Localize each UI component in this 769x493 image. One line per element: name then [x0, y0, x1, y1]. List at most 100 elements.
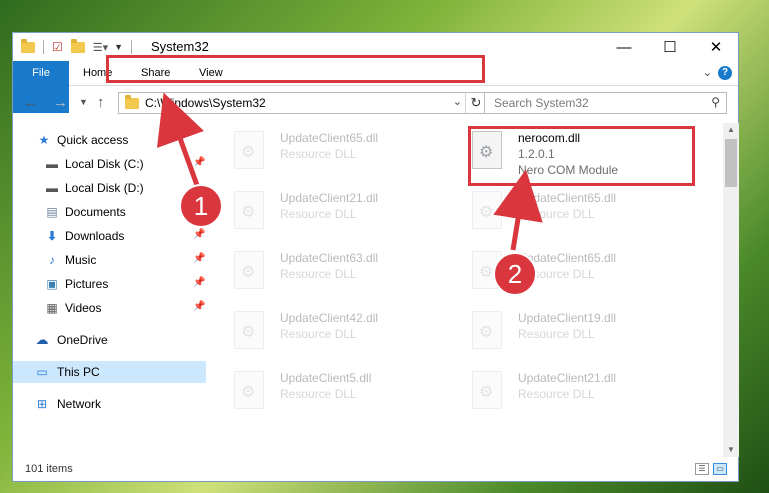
file-type: Resource DLL — [518, 327, 595, 341]
cloud-icon: ☁ — [35, 332, 49, 347]
window-title: System32 — [151, 39, 209, 54]
folder-icon — [125, 95, 139, 109]
file-name: UpdateClient5.dll — [280, 371, 372, 385]
recent-locations-icon[interactable]: ▼ — [79, 97, 88, 107]
minimize-button[interactable]: — — [601, 33, 647, 61]
details-view-icon[interactable]: ☰ — [695, 463, 709, 475]
file-name: UpdateClient42.dll — [280, 311, 379, 325]
file-type: Resource DLL — [280, 267, 357, 281]
dll-file-icon — [234, 371, 264, 409]
file-item[interactable]: UpdateClient21.dll Resource DLL — [461, 363, 681, 415]
address-bar[interactable]: C:\Windows\System32 ⌄ ↻ — [118, 92, 487, 114]
close-button[interactable]: ✕ — [693, 33, 739, 61]
search-box[interactable]: Search System32 ⚲ — [484, 92, 727, 114]
file-item[interactable]: UpdateClient65.dll Resource DLL — [461, 183, 681, 235]
pin-icon[interactable]: 📌 — [193, 157, 205, 168]
file-name: UpdateClient63.dll — [280, 251, 379, 265]
pin-icon[interactable]: 📌 — [193, 253, 205, 264]
back-arrow-icon[interactable]: ← — [23, 94, 38, 111]
file-type: Resource DLL — [518, 387, 595, 401]
file-type: Resource DLL — [280, 207, 357, 221]
help-icon[interactable]: ? — [718, 66, 732, 80]
sidebar-item-label: Music — [65, 253, 97, 267]
sidebar-item-network[interactable]: ⊞ Network — [13, 393, 206, 415]
address-path[interactable]: C:\Windows\System32 — [145, 96, 266, 110]
sidebar-item-music[interactable]: ♪ Music 📌 — [13, 249, 206, 271]
file-item[interactable]: UpdateClient65.dll Resource DLL — [223, 123, 443, 175]
videos-icon: ▦ — [46, 301, 58, 315]
address-dropdown-icon[interactable]: ⌄ — [453, 95, 462, 108]
pin-icon[interactable]: 📌 — [193, 277, 205, 288]
file-type: Resource DLL — [280, 387, 357, 401]
dll-file-icon — [234, 251, 264, 289]
quick-access-dropdown-icon[interactable]: ▼ — [114, 42, 123, 52]
file-item[interactable]: UpdateClient19.dll Resource DLL — [461, 303, 681, 355]
sidebar-item-onedrive[interactable]: ☁ OneDrive — [13, 329, 206, 351]
file-highlight — [468, 126, 695, 186]
navigation-row: ← → ▼ ↑ C:\Windows\System32 ⌄ ↻ Search S… — [13, 86, 738, 120]
sidebar-item-label: OneDrive — [57, 333, 108, 347]
step-1-badge: 1 — [179, 184, 223, 228]
title-divider — [131, 40, 133, 54]
sidebar-item-downloads[interactable]: ⬇ Downloads 📌 — [13, 225, 206, 247]
toolbar-divider — [43, 40, 44, 54]
music-icon: ♪ — [49, 253, 55, 267]
status-bar: 101 items ☰ ▭ — [13, 461, 738, 481]
file-type: Resource DLL — [280, 327, 357, 341]
refresh-icon[interactable]: ↻ — [465, 93, 486, 113]
forward-arrow-icon[interactable]: → — [53, 94, 68, 111]
scroll-down-icon[interactable]: ▼ — [723, 443, 739, 457]
star-icon: ★ — [38, 133, 50, 147]
new-folder-icon[interactable] — [70, 38, 85, 53]
item-count: 101 items — [25, 463, 73, 475]
dll-file-icon — [472, 371, 502, 409]
drive-icon: ▬ — [46, 181, 58, 195]
folder-icon[interactable] — [21, 38, 35, 53]
sidebar-item-pictures[interactable]: ▣ Pictures 📌 — [13, 273, 206, 295]
scroll-thumb[interactable] — [725, 139, 737, 187]
sidebar-item-label: Documents — [65, 205, 126, 219]
vertical-scrollbar[interactable]: ▲ ▼ — [723, 123, 739, 457]
sidebar-item-this-pc[interactable]: ▭ This PC — [13, 361, 206, 383]
step-2-badge: 2 — [493, 252, 537, 296]
sidebar-item-label: Local Disk (C:) — [65, 157, 144, 171]
file-type: Resource DLL — [518, 207, 595, 221]
customize-toolbar-icon[interactable]: ☰▾ — [93, 41, 108, 54]
file-name: UpdateClient65.dll — [280, 131, 379, 145]
computer-icon: ▭ — [36, 365, 48, 379]
address-bar-highlight — [106, 55, 485, 83]
sidebar-item-label: This PC — [57, 365, 100, 379]
pin-icon[interactable]: 📌 — [193, 301, 205, 312]
sidebar-item-documents[interactable]: ▤ Documents 📌 — [13, 201, 206, 223]
sidebar-item-quick-access[interactable]: ★ Quick access — [13, 129, 206, 151]
file-item[interactable]: UpdateClient21.dll Resource DLL — [223, 183, 443, 235]
file-name: UpdateClient19.dll — [518, 311, 617, 325]
search-input[interactable]: Search System32 — [494, 96, 589, 110]
dll-file-icon — [472, 191, 502, 229]
file-name: UpdateClient21.dll — [518, 371, 617, 385]
file-item[interactable]: UpdateClient5.dll Resource DLL — [223, 363, 443, 415]
file-type: Resource DLL — [280, 147, 357, 161]
properties-icon[interactable]: ☑ — [52, 40, 63, 54]
sidebar-item-local-disk-c[interactable]: ▬ Local Disk (C:) 📌 — [13, 153, 206, 175]
large-icons-view-icon[interactable]: ▭ — [713, 463, 727, 475]
pictures-icon: ▣ — [46, 277, 58, 291]
sidebar-item-label: Quick access — [57, 133, 129, 147]
sidebar-item-label: Local Disk (D:) — [65, 181, 144, 195]
expand-ribbon-icon[interactable]: ⌄ — [703, 66, 712, 79]
network-icon: ⊞ — [36, 397, 48, 411]
maximize-button[interactable]: ☐ — [647, 33, 693, 61]
up-arrow-icon[interactable]: ↑ — [97, 94, 105, 111]
scroll-up-icon[interactable]: ▲ — [723, 123, 739, 137]
file-item[interactable]: UpdateClient42.dll Resource DLL — [223, 303, 443, 355]
navigation-pane: ★ Quick access ▬ Local Disk (C:) 📌 ▬ Loc… — [13, 123, 206, 453]
sidebar-item-videos[interactable]: ▦ Videos 📌 — [13, 297, 206, 319]
file-item[interactable]: UpdateClient63.dll Resource DLL — [223, 243, 443, 295]
file-name: UpdateClient65.dll — [518, 191, 617, 205]
sidebar-item-label: Network — [57, 397, 102, 411]
file-explorer-window: ☑ ☰▾ ▼ System32 — ☐ ✕ File Home Share Vi… — [12, 32, 739, 482]
quick-access-toolbar: ☑ ☰▾ ▼ — [21, 38, 133, 55]
search-icon[interactable]: ⚲ — [711, 95, 720, 109]
pin-icon[interactable]: 📌 — [193, 229, 205, 240]
sidebar-item-local-disk-d[interactable]: ▬ Local Disk (D:) — [13, 177, 206, 199]
